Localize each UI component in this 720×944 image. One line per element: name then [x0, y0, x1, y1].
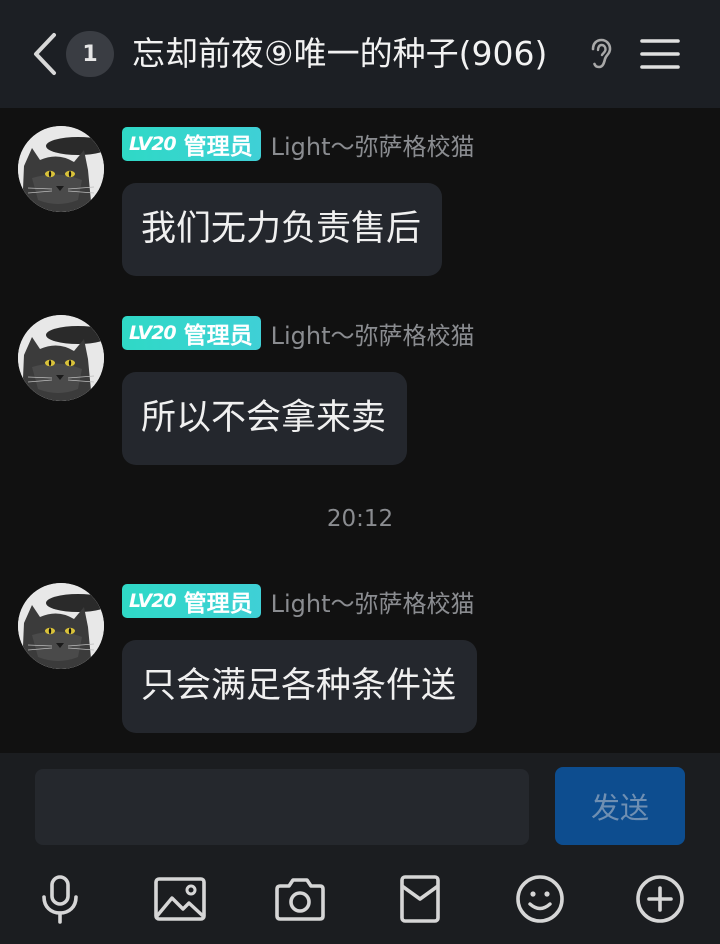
avatar[interactable]	[18, 583, 104, 669]
plus-icon	[636, 875, 684, 923]
red-packet-icon	[400, 875, 440, 923]
sender-name[interactable]: Light～弥萨格校猫	[271, 127, 475, 162]
message-bubble[interactable]: 只会满足各种条件送	[122, 640, 478, 733]
level-role-badge: LV20 管理员	[122, 584, 261, 618]
earpiece-mode-button[interactable]	[586, 36, 616, 72]
message-timestamp: 20:12	[326, 506, 394, 532]
level-role-badge: LV20 管理员	[122, 316, 261, 350]
image-icon	[154, 877, 206, 921]
sender-line: LV20 管理员 Light～弥萨格校猫	[122, 583, 475, 619]
sender-line: LV20 管理员 Light～弥萨格校猫	[122, 126, 475, 162]
image-button[interactable]	[152, 871, 208, 927]
emoji-button[interactable]	[512, 871, 568, 927]
message-item: LV20 管理员 Light～弥萨格校猫 我们无力负责售后	[0, 126, 720, 276]
avatar[interactable]	[18, 315, 104, 401]
role-label: 管理员	[183, 591, 253, 617]
chat-header: 1 忘却前夜⑨唯一的种子(906)	[0, 0, 720, 108]
sender-line: LV20 管理员 Light～弥萨格校猫	[122, 315, 475, 351]
composer-bar: 发送	[0, 753, 720, 944]
hamburger-menu-icon	[640, 39, 680, 69]
message-input[interactable]	[35, 769, 529, 845]
camera-button[interactable]	[272, 871, 328, 927]
level-label: LV20	[129, 322, 177, 344]
voice-button[interactable]	[32, 871, 88, 927]
red-packet-button[interactable]	[392, 871, 448, 927]
level-label: LV20	[129, 590, 177, 612]
menu-button[interactable]	[638, 34, 682, 74]
sender-name[interactable]: Light～弥萨格校猫	[271, 584, 475, 619]
role-label: 管理员	[183, 134, 253, 160]
cat-avatar-icon	[18, 315, 104, 401]
unread-count-badge[interactable]: 1	[66, 31, 114, 77]
cat-avatar-icon	[18, 126, 104, 212]
message-item: LV20 管理员 Light～弥萨格校猫 所以不会拿来卖	[0, 315, 720, 465]
level-label: LV20	[129, 133, 177, 155]
cat-avatar-icon	[18, 583, 104, 669]
message-bubble[interactable]: 所以不会拿来卖	[122, 372, 408, 465]
back-button[interactable]	[28, 30, 62, 78]
message-item: LV20 管理员 Light～弥萨格校猫 只会满足各种条件送	[0, 583, 720, 733]
message-bubble[interactable]: 我们无力负责售后	[122, 183, 443, 276]
ear-icon	[591, 38, 612, 69]
camera-icon	[275, 878, 325, 921]
send-button[interactable]: 发送	[555, 767, 685, 845]
emoji-icon	[516, 875, 564, 923]
chevron-left-icon	[34, 33, 56, 75]
chat-title: 忘却前夜⑨唯一的种子(906)	[132, 34, 548, 73]
level-role-badge: LV20 管理员	[122, 127, 261, 161]
more-button[interactable]	[632, 871, 688, 927]
sender-name[interactable]: Light～弥萨格校猫	[271, 316, 475, 351]
chat-screen: 1 忘却前夜⑨唯一的种子(906) LV20 管理员 Light～弥萨格校猫 我…	[0, 0, 720, 944]
role-label: 管理员	[183, 323, 253, 349]
microphone-icon	[42, 875, 78, 924]
avatar[interactable]	[18, 126, 104, 212]
